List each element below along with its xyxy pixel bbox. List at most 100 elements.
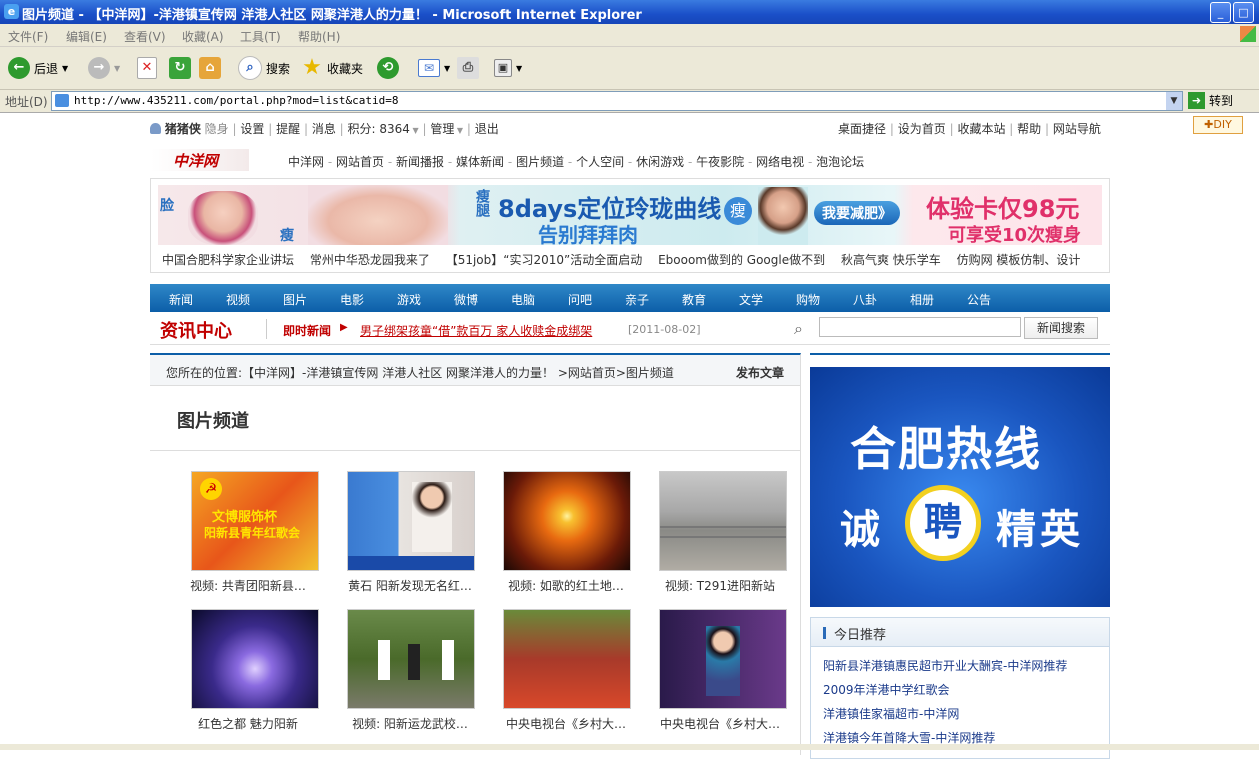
breadcrumb[interactable]: 您所在的位置:【中洋网】-洋港镇宣传网 洋港人社区 网聚洋港人的力量！ >网站首… [166, 364, 674, 381]
messages-link[interactable]: 消息 [312, 122, 336, 136]
channel-shopping[interactable]: 购物 [796, 291, 820, 308]
ad-link-3[interactable]: 【51job】“实习2010”活动全面启动 [446, 253, 643, 267]
edit-button[interactable]: ▣ ▼ [494, 56, 522, 80]
stop-button[interactable]: ✕ [137, 56, 157, 80]
thumb-caption-6[interactable]: 视频: 阳新运龙武校… [340, 715, 480, 732]
thumb-news-anchor[interactable] [347, 471, 475, 571]
menu-tools[interactable]: 工具(T) [240, 28, 281, 45]
address-url[interactable]: http://www.435211.com/portal.php?mod=lis… [74, 94, 399, 107]
help-link[interactable]: 帮助 [1017, 122, 1041, 136]
nav-home[interactable]: 网站首页 [336, 155, 384, 169]
print-button[interactable]: ⎙ [457, 56, 479, 80]
address-dropdown-icon[interactable]: ▼ [1166, 92, 1182, 110]
desktop-shortcut-link[interactable]: 桌面捷径 [838, 122, 886, 136]
thumb-sunset[interactable] [503, 471, 631, 571]
address-input[interactable]: http://www.435211.com/portal.php?mod=lis… [51, 91, 1183, 111]
nav-cinema[interactable]: 午夜影院 [696, 155, 744, 169]
manage-link[interactable]: 管理 [430, 122, 454, 136]
nav-zhongyang[interactable]: 中洋网 [288, 155, 324, 169]
user-bar-right: 桌面捷径 | 设为首页 | 收藏本站 | 帮助 | 网站导航 [838, 122, 1101, 136]
menu-help[interactable]: 帮助(H) [298, 28, 340, 45]
settings-link[interactable]: 设置 [240, 122, 264, 136]
party-emblem-icon: ☭ [200, 478, 222, 500]
thumb-cctv-village-2[interactable] [659, 609, 787, 709]
forward-button[interactable]: → ▼ [88, 56, 120, 80]
thumb-caption-4[interactable]: 视频: T291进阳新站 [650, 577, 790, 594]
nav-forum[interactable]: 泡泡论坛 [816, 155, 864, 169]
channel-literature[interactable]: 文学 [739, 291, 763, 308]
today-item-2[interactable]: 2009年洋港中学红歌会 [823, 681, 950, 698]
thumb-caption-5[interactable]: 红色之都 魅力阳新 [178, 715, 318, 732]
today-item-3[interactable]: 洋港镇佳家福超市-中洋网 [823, 705, 959, 722]
mail-button[interactable]: ✉ ▼ [418, 56, 450, 80]
site-logo[interactable]: 中洋网 [151, 149, 249, 171]
news-search-input[interactable] [819, 317, 1021, 337]
username-link[interactable]: 猪猪侠 [165, 122, 201, 136]
channel-parenting[interactable]: 亲子 [625, 291, 649, 308]
ad-link-5[interactable]: 秋高气爽 快乐学车 [841, 253, 941, 267]
channel-gossip[interactable]: 八卦 [853, 291, 877, 308]
refresh-button[interactable]: ↻ [169, 56, 191, 80]
banner-cta-button[interactable]: 我要减肥》 [814, 201, 900, 225]
hide-link[interactable]: 隐身 [205, 122, 229, 136]
thumb-cctv-village-1[interactable] [503, 609, 631, 709]
history-button[interactable]: ⟲ [377, 56, 399, 80]
thumb-train[interactable] [659, 471, 787, 571]
channel-weibo[interactable]: 微博 [454, 291, 478, 308]
favorites-button[interactable]: ★ 收藏夹 [301, 56, 363, 80]
nav-media[interactable]: 媒体新闻 [456, 155, 504, 169]
diy-button[interactable]: ✚DIY [1193, 116, 1243, 134]
status-bar-edge [0, 744, 1259, 750]
ad-link-6[interactable]: 仿购网 模板仿制、设计 [957, 253, 1081, 267]
thumb-youth-song[interactable]: ☭ 文博服饰杯 阳新县青年红歌会 [191, 471, 319, 571]
channel-computer[interactable]: 电脑 [511, 291, 535, 308]
menu-view[interactable]: 查看(V) [124, 28, 166, 45]
channel-news[interactable]: 新闻 [169, 291, 193, 308]
breaking-news-headline[interactable]: 男子绑架孩童“借”款百万 家人收赎金成绑架 [360, 322, 592, 339]
thumb-caption-7[interactable]: 中央电视台《乡村大… [496, 715, 636, 732]
logout-link[interactable]: 退出 [475, 122, 499, 136]
remind-link[interactable]: 提醒 [276, 122, 300, 136]
back-button[interactable]: ← 后退 ▼ [8, 56, 68, 80]
bookmark-site-link[interactable]: 收藏本站 [957, 122, 1005, 136]
channel-movies[interactable]: 电影 [340, 291, 364, 308]
site-nav-link[interactable]: 网站导航 [1053, 122, 1101, 136]
set-homepage-link[interactable]: 设为首页 [898, 122, 946, 136]
thumb-caption-2[interactable]: 黄石 阳新发现无名红… [340, 577, 480, 594]
channel-notice[interactable]: 公告 [967, 291, 991, 308]
menu-file[interactable]: 文件(F) [8, 28, 48, 45]
channel-albums[interactable]: 相册 [910, 291, 934, 308]
today-item-1[interactable]: 阳新县洋港镇惠民超市开业大酬宾-中洋网推荐 [823, 657, 1067, 674]
nav-news[interactable]: 新闻播报 [396, 155, 444, 169]
ad-link-2[interactable]: 常州中华恐龙园我来了 [310, 253, 430, 267]
channel-education[interactable]: 教育 [682, 291, 706, 308]
publish-article-link[interactable]: 发布文章 [736, 364, 784, 381]
points-link[interactable]: 积分: 8364 [348, 122, 410, 136]
thumb-caption-8[interactable]: 中央电视台《乡村大… [650, 715, 790, 732]
channel-ask[interactable]: 问吧 [568, 291, 592, 308]
nav-pictures[interactable]: 图片频道 [516, 155, 564, 169]
thumb-martial-arts[interactable] [347, 609, 475, 709]
search-button[interactable]: ⌕ 搜索 [238, 56, 290, 80]
go-button[interactable]: ➜ 转到 [1188, 91, 1233, 109]
maximize-button[interactable]: □ [1233, 2, 1254, 23]
channel-games[interactable]: 游戏 [397, 291, 421, 308]
news-search-button[interactable]: 新闻搜索 [1024, 317, 1098, 339]
channel-pictures[interactable]: 图片 [283, 291, 307, 308]
menu-edit[interactable]: 编辑(E) [66, 28, 107, 45]
thumb-caption-1[interactable]: 视频: 共青团阳新县… [178, 577, 318, 594]
thumb-caption-3[interactable]: 视频: 如歌的红土地… [496, 577, 636, 594]
magnifier-icon: ⌕ [238, 56, 262, 80]
minimize-button[interactable]: _ [1210, 2, 1231, 23]
channel-video[interactable]: 视频 [226, 291, 250, 308]
ad-link-4[interactable]: Ebooom做到的 Google做不到 [658, 253, 825, 267]
nav-games[interactable]: 休闲游戏 [636, 155, 684, 169]
nav-tv[interactable]: 网络电视 [756, 155, 804, 169]
menu-favorites[interactable]: 收藏(A) [182, 28, 224, 45]
home-button[interactable]: ⌂ [199, 56, 221, 80]
ad-banner[interactable]: 脸 瘦 瘦腿 8days定位玲珑曲线 告别拜拜肉 瘦 我要减肥》 体验卡仅98元… [158, 185, 1102, 245]
nav-space[interactable]: 个人空间 [576, 155, 624, 169]
ad-link-1[interactable]: 中国合肥科学家企业讲坛 [162, 253, 294, 267]
thumb-red-capital[interactable] [191, 609, 319, 709]
sidebar-ad[interactable]: 合肥热线 诚 聘 精英 [810, 367, 1110, 607]
